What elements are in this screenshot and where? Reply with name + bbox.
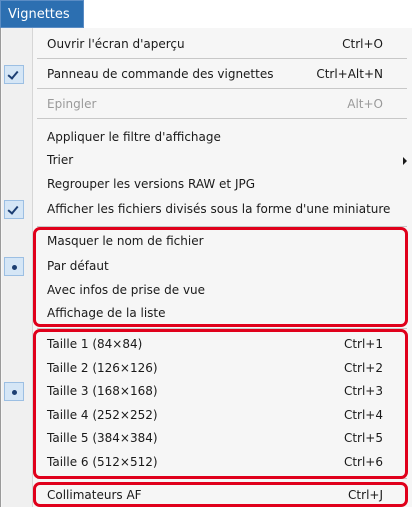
menu-item-label: Masquer le nom de fichier xyxy=(47,234,204,248)
menu-item-regrouper-raw-jpg[interactable]: Regrouper les versions RAW et JPG xyxy=(1,173,412,196)
menu-item-taille-1[interactable]: Taille 1 (84×84) Ctrl+1 xyxy=(1,333,412,356)
menu-item-taille-3[interactable]: Taille 3 (168×168) Ctrl+3 xyxy=(1,380,412,403)
menu-item-panneau-commande[interactable]: Panneau de commande des vignettes Ctrl+A… xyxy=(1,63,412,86)
menu-item-shortcut: Ctrl+Alt+N xyxy=(316,67,383,81)
menu-item-label: Afficher les fichiers divisés sous la fo… xyxy=(47,202,391,216)
radio-dot-icon xyxy=(4,382,24,401)
menu-item-trier[interactable]: Trier xyxy=(1,149,412,172)
menu-item-label: Taille 3 (168×168) xyxy=(47,384,158,398)
submenu-arrow-icon xyxy=(403,157,407,165)
menu-item-epingler: Epingler Alt+O xyxy=(1,93,412,116)
menu-item-shortcut: Ctrl+5 xyxy=(343,431,383,445)
menu-item-shortcut: Ctrl+O xyxy=(342,37,383,51)
menu-item-shortcut: Ctrl+6 xyxy=(343,455,383,469)
menu-item-shortcut: Alt+O xyxy=(347,97,383,111)
menu-item-ouvrir-apercu[interactable]: Ouvrir l'écran d'aperçu Ctrl+O xyxy=(1,33,412,56)
menu-item-appliquer-filtre[interactable]: Appliquer le filtre d'affichage xyxy=(1,126,412,149)
screenshot-root: Vignettes Ouvrir l'écran d'aperçu Ctrl+O… xyxy=(0,0,412,507)
menu-item-label: Taille 6 (512×512) xyxy=(47,455,158,469)
menu-item-label: Taille 1 (84×84) xyxy=(47,337,143,351)
menu-item-label: Appliquer le filtre d'affichage xyxy=(47,130,221,144)
checkmark-icon xyxy=(4,200,24,219)
menu-separator xyxy=(37,478,407,479)
menu-item-shortcut: Ctrl+3 xyxy=(343,384,383,398)
menu-item-taille-2[interactable]: Taille 2 (126×126) Ctrl+2 xyxy=(1,357,412,380)
menu-item-collimateurs-af[interactable]: Collimateurs AF Ctrl+J xyxy=(1,484,412,507)
menu-item-label: Taille 4 (252×252) xyxy=(47,408,158,422)
menu-item-affichage-liste[interactable]: Affichage de la liste xyxy=(1,302,412,325)
menu-item-label: Ouvrir l'écran d'aperçu xyxy=(47,37,185,51)
menu-separator xyxy=(37,328,407,329)
checkmark-icon xyxy=(4,65,24,84)
menu-item-par-defaut[interactable]: Par défaut xyxy=(1,255,412,278)
menu-item-label: Taille 5 (384×384) xyxy=(47,431,158,445)
menu-item-masquer-nom-fichier[interactable]: Masquer le nom de fichier xyxy=(1,230,412,253)
menu-item-shortcut: Ctrl+4 xyxy=(343,408,383,422)
menu-item-label: Epingler xyxy=(47,97,97,111)
menu-item-label: Regrouper les versions RAW et JPG xyxy=(47,177,256,191)
menu-separator xyxy=(37,226,407,227)
menu-item-label: Avec infos de prise de vue xyxy=(47,283,206,297)
menu-item-label: Panneau de commande des vignettes xyxy=(47,67,274,81)
menu-item-taille-6[interactable]: Taille 6 (512×512) Ctrl+6 xyxy=(1,451,412,474)
menu-item-label: Affichage de la liste xyxy=(47,306,166,320)
dropdown-menu: Ouvrir l'écran d'aperçu Ctrl+O Panneau d… xyxy=(0,28,412,507)
menu-item-taille-5[interactable]: Taille 5 (384×384) Ctrl+5 xyxy=(1,427,412,450)
menu-title-vignettes[interactable]: Vignettes xyxy=(0,0,84,28)
menu-item-shortcut: Ctrl+2 xyxy=(343,361,383,375)
menu-item-label: Trier xyxy=(47,153,74,167)
menu-item-label: Collimateurs AF xyxy=(47,488,142,502)
menu-item-afficher-fichiers-divises[interactable]: Afficher les fichiers divisés sous la fo… xyxy=(1,198,412,221)
menu-item-taille-4[interactable]: Taille 4 (252×252) Ctrl+4 xyxy=(1,404,412,427)
radio-dot-icon xyxy=(4,257,24,276)
menu-separator xyxy=(37,88,407,89)
menu-item-shortcut: Ctrl+1 xyxy=(343,337,383,351)
menu-item-avec-infos-prise-vue[interactable]: Avec infos de prise de vue xyxy=(1,279,412,302)
menu-separator xyxy=(37,118,407,119)
menu-item-shortcut: Ctrl+J xyxy=(348,488,383,502)
menu-item-label: Taille 2 (126×126) xyxy=(47,361,158,375)
menu-bar: Vignettes xyxy=(0,0,412,28)
menu-item-label: Par défaut xyxy=(47,259,109,273)
menu-separator xyxy=(37,58,407,59)
